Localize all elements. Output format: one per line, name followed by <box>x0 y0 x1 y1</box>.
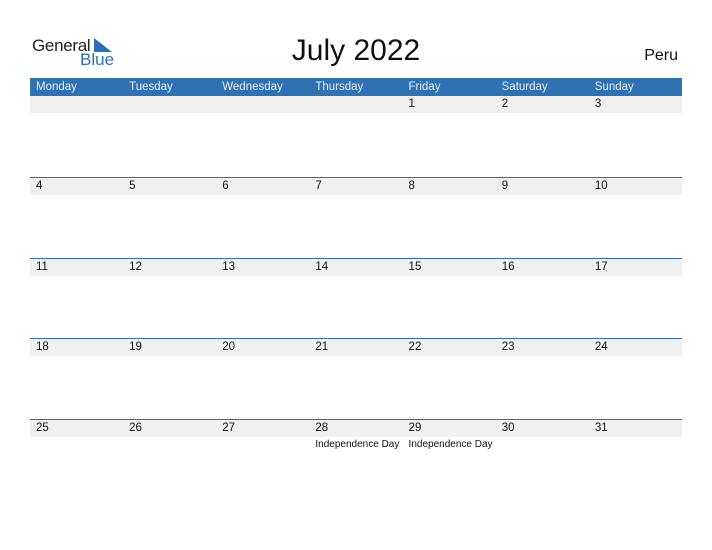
day-cell: 23 <box>496 339 589 420</box>
day-number: 14 <box>315 261 329 273</box>
day-number: 11 <box>36 261 48 273</box>
day-number: 4 <box>36 180 43 192</box>
day-number: 10 <box>594 180 608 192</box>
day-number: 7 <box>315 180 322 192</box>
weekday-wednesday: Wednesday <box>222 81 283 93</box>
day-number: 17 <box>594 261 608 273</box>
day-cell <box>30 96 123 177</box>
day-cell: 16 <box>496 259 589 340</box>
day-cell: 5 <box>123 178 216 259</box>
day-cell <box>216 96 309 177</box>
day-cell: 20 <box>216 339 309 420</box>
weekday-friday: Friday <box>408 81 441 93</box>
page-title: July 2022 <box>291 34 421 67</box>
day-cell: 13 <box>216 259 309 340</box>
day-cell: 18 <box>30 339 123 420</box>
day-number: 6 <box>222 180 229 192</box>
day-cell: 15 <box>403 259 496 340</box>
day-cell: 3 <box>589 96 682 177</box>
day-number: 30 <box>501 422 515 434</box>
day-cell <box>123 96 216 177</box>
day-number: 21 <box>315 341 329 353</box>
day-number: 2 <box>501 98 509 110</box>
day-number: 29 <box>408 422 422 434</box>
day-number: 28 <box>315 422 329 434</box>
day-cell: 1 <box>403 96 496 177</box>
weekday-tuesday: Tuesday <box>129 81 173 93</box>
day-number: 25 <box>36 422 49 434</box>
day-cell: 25 <box>30 420 123 501</box>
day-cell: 21 <box>309 339 402 420</box>
weekday-header: Monday Tuesday Wednesday Thursday Friday Satu… <box>30 78 682 96</box>
day-cell: 8 <box>403 178 496 259</box>
week-row: 11 12 13 14 15 16 17 <box>30 258 682 340</box>
weekday-sunday: Sunday <box>594 81 634 93</box>
week-row: 4 5 6 7 8 9 10 <box>30 177 682 259</box>
day-cell: 12 <box>123 259 216 340</box>
day-cell: 30 <box>496 420 589 501</box>
day-number: 12 <box>129 261 142 273</box>
day-cell: 26 <box>123 420 216 501</box>
day-cell: 2 <box>496 96 589 177</box>
day-cell: 10 <box>589 178 682 259</box>
day-cell: 24 <box>589 339 682 420</box>
day-number: 5 <box>129 180 136 192</box>
day-number: 27 <box>222 422 236 434</box>
week-row: 25 26 27 28 Independence Day 29 Independence D… <box>30 419 682 501</box>
day-number: 15 <box>408 261 422 273</box>
day-number: 3 <box>594 98 602 110</box>
day-number: 16 <box>501 261 515 273</box>
day-cell: 22 <box>403 339 496 420</box>
day-cell: 27 <box>216 420 309 501</box>
day-cell: 17 <box>589 259 682 340</box>
weekday-thursday: Thursday <box>315 81 364 93</box>
holiday-label: Independence Day <box>315 439 400 450</box>
day-cell: 28 Independence Day <box>309 420 402 501</box>
day-number: 31 <box>594 422 608 434</box>
day-number: 20 <box>222 341 236 353</box>
day-number: 19 <box>129 341 142 353</box>
day-cell: 7 <box>309 178 402 259</box>
day-number: 18 <box>36 341 49 353</box>
day-number: 1 <box>408 98 415 110</box>
day-cell: 9 <box>496 178 589 259</box>
day-cell: 11 <box>30 259 123 340</box>
holiday-label: Independence Day <box>408 439 493 450</box>
day-number: 13 <box>222 261 236 273</box>
weekday-saturday: Saturday <box>501 81 548 93</box>
week-row: 1 2 3 <box>30 96 682 177</box>
day-number: 26 <box>129 422 142 434</box>
day-cell: 6 <box>216 178 309 259</box>
day-number: 8 <box>408 180 415 192</box>
day-number: 24 <box>594 341 608 353</box>
day-number: 23 <box>501 341 515 353</box>
week-row: 18 19 20 21 22 23 24 <box>30 338 682 420</box>
weekday-monday: Monday <box>36 81 77 93</box>
country-label: Peru <box>644 47 678 64</box>
day-number: 22 <box>408 341 422 353</box>
day-cell: 4 <box>30 178 123 259</box>
day-cell: 19 <box>123 339 216 420</box>
day-cell: 14 <box>309 259 402 340</box>
day-number: 9 <box>501 180 509 192</box>
day-cell: 31 <box>589 420 682 501</box>
day-cell: 29 Independence Day <box>403 420 496 501</box>
day-cell <box>309 96 402 177</box>
